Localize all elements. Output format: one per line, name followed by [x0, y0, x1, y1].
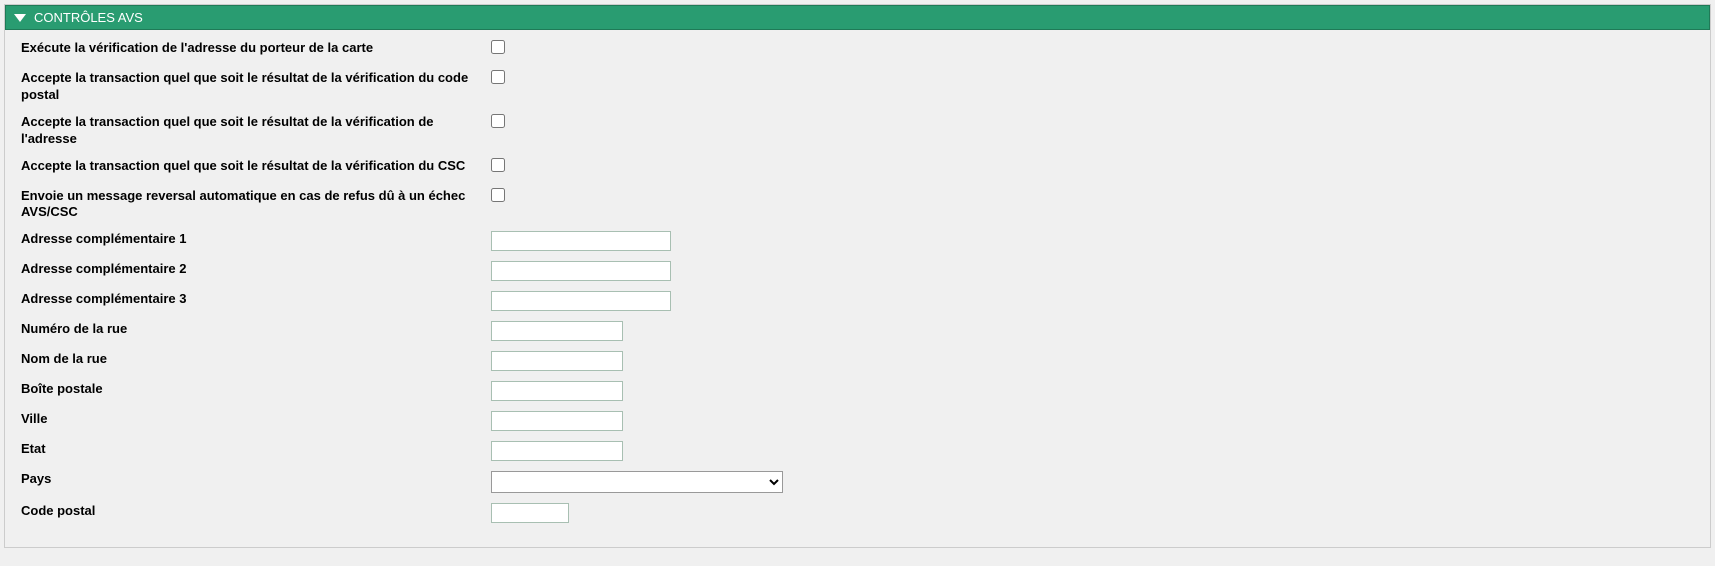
- checkbox-accept-csc[interactable]: [491, 158, 505, 172]
- row-street-num: Numéro de la rue: [21, 321, 1694, 341]
- row-state: Etat: [21, 441, 1694, 461]
- label-po-box: Boîte postale: [21, 381, 491, 398]
- input-addr3[interactable]: [491, 291, 671, 311]
- label-street-name: Nom de la rue: [21, 351, 491, 368]
- label-country: Pays: [21, 471, 491, 488]
- row-po-box: Boîte postale: [21, 381, 1694, 401]
- row-accept-postal: Accepte la transaction quel que soit le …: [21, 70, 1694, 104]
- row-city: Ville: [21, 411, 1694, 431]
- panel-body: Exécute la vérification de l'adresse du …: [5, 30, 1710, 547]
- label-execute-verify: Exécute la vérification de l'adresse du …: [21, 40, 491, 57]
- label-city: Ville: [21, 411, 491, 428]
- row-addr2: Adresse complémentaire 2: [21, 261, 1694, 281]
- input-city[interactable]: [491, 411, 623, 431]
- row-auto-reversal: Envoie un message reversal automatique e…: [21, 188, 1694, 222]
- collapse-triangle-icon: [14, 14, 26, 22]
- row-postal-code: Code postal: [21, 503, 1694, 523]
- checkbox-accept-address[interactable]: [491, 114, 505, 128]
- input-state[interactable]: [491, 441, 623, 461]
- select-country[interactable]: [491, 471, 783, 493]
- label-auto-reversal: Envoie un message reversal automatique e…: [21, 188, 491, 222]
- label-accept-address: Accepte la transaction quel que soit le …: [21, 114, 491, 148]
- input-addr1[interactable]: [491, 231, 671, 251]
- checkbox-execute-verify[interactable]: [491, 40, 505, 54]
- row-accept-address: Accepte la transaction quel que soit le …: [21, 114, 1694, 148]
- label-state: Etat: [21, 441, 491, 458]
- row-street-name: Nom de la rue: [21, 351, 1694, 371]
- checkbox-auto-reversal[interactable]: [491, 188, 505, 202]
- label-postal-code: Code postal: [21, 503, 491, 520]
- panel-title: CONTRÔLES AVS: [34, 10, 143, 25]
- label-street-num: Numéro de la rue: [21, 321, 491, 338]
- input-postal-code[interactable]: [491, 503, 569, 523]
- row-execute-verify: Exécute la vérification de l'adresse du …: [21, 40, 1694, 60]
- input-po-box[interactable]: [491, 381, 623, 401]
- input-addr2[interactable]: [491, 261, 671, 281]
- input-street-num[interactable]: [491, 321, 623, 341]
- checkbox-accept-postal[interactable]: [491, 70, 505, 84]
- label-accept-postal: Accepte la transaction quel que soit le …: [21, 70, 491, 104]
- label-addr2: Adresse complémentaire 2: [21, 261, 491, 278]
- input-street-name[interactable]: [491, 351, 623, 371]
- label-addr3: Adresse complémentaire 3: [21, 291, 491, 308]
- row-country: Pays: [21, 471, 1694, 493]
- label-addr1: Adresse complémentaire 1: [21, 231, 491, 248]
- row-addr3: Adresse complémentaire 3: [21, 291, 1694, 311]
- panel-header[interactable]: CONTRÔLES AVS: [5, 5, 1710, 30]
- row-addr1: Adresse complémentaire 1: [21, 231, 1694, 251]
- avs-controls-panel: CONTRÔLES AVS Exécute la vérification de…: [4, 4, 1711, 548]
- label-accept-csc: Accepte la transaction quel que soit le …: [21, 158, 491, 175]
- row-accept-csc: Accepte la transaction quel que soit le …: [21, 158, 1694, 178]
